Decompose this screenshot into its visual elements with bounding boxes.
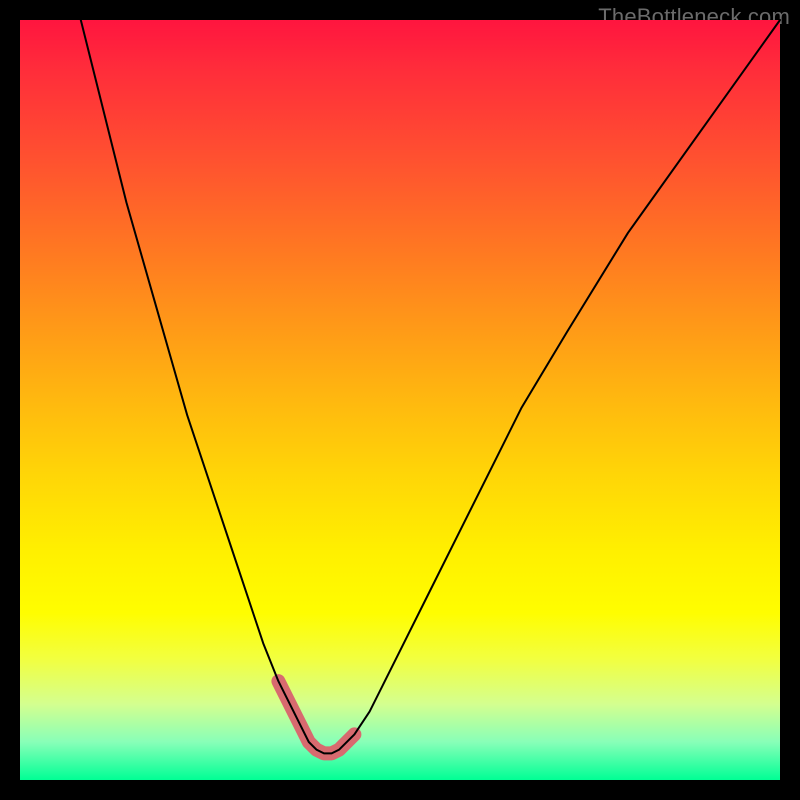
curve-layer [20,20,780,780]
chart-stage: TheBottleneck.com [0,0,800,800]
plot-area [20,20,780,780]
valley-highlight [278,681,354,753]
bottleneck-curve [81,20,780,753]
